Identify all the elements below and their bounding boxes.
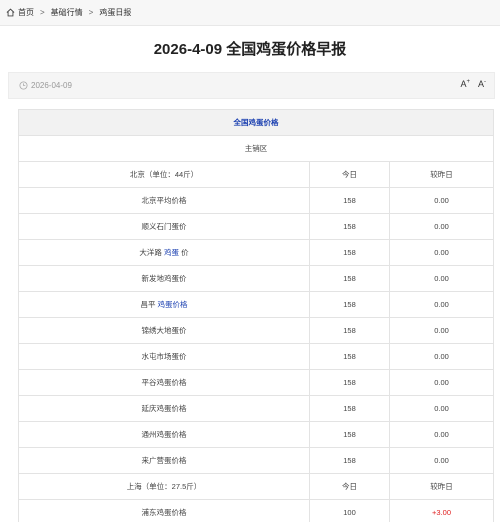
page-title: 2026-4-09 全国鸡蛋价格早报 [153, 41, 347, 58]
today-price: 158 [309, 187, 390, 214]
market-name: 大洋路 鸡蛋 价 [18, 239, 310, 266]
table-row: 顺义石门蛋价 158 0.00 [18, 213, 495, 240]
price-change: 0.00 [388, 369, 495, 396]
market-name-text: 昌平 [140, 300, 158, 309]
today-price: 158 [309, 421, 390, 448]
price-change: 0.00 [388, 395, 495, 422]
table-row: 大洋路 鸡蛋 价 158 0.00 [18, 239, 495, 266]
price-change: 0.00 [388, 213, 495, 240]
table-row: 延庆鸡蛋价格 158 0.00 [18, 395, 495, 422]
header-today: 今日 [309, 161, 390, 188]
table-row: 通州鸡蛋价格 158 0.00 [18, 421, 495, 448]
font-size-controls: A+ A- [460, 79, 486, 89]
section-header-row: 北京（单位：44斤） 今日 较昨日 [18, 161, 495, 188]
price-change: 0.00 [388, 317, 495, 344]
home-icon [6, 8, 15, 17]
today-price: 158 [309, 317, 390, 344]
section-place: 北京（单位：44斤） [18, 161, 310, 188]
chevron-right-icon: > [40, 8, 45, 17]
chevron-right-icon: > [88, 8, 94, 17]
header-compare: 较昨日 [388, 473, 495, 500]
article-meta-bar: 2026-04-09 A+ A- [8, 72, 495, 99]
table-row: 水屯市场蛋价 158 0.00 [18, 343, 495, 370]
price-change: 0.00 [388, 291, 495, 318]
today-price: 158 [309, 265, 390, 292]
table-row: 浦东鸡蛋价格 100 +3.00 [18, 499, 495, 522]
table-row: 新发地鸡蛋价 158 0.00 [18, 265, 495, 292]
breadcrumb-egg-daily-link[interactable]: 鸡蛋日报 [99, 7, 131, 18]
market-name: 平谷鸡蛋价格 [18, 369, 310, 396]
today-price: 158 [309, 447, 390, 474]
market-name-tail: 价 [179, 248, 189, 257]
section-header-row: 上海（单位：27.5斤） 今日 较昨日 [18, 473, 495, 500]
font-decrease-button[interactable]: A- [478, 79, 486, 89]
market-name: 来广营蛋价格 [18, 447, 310, 474]
table-caption: 全国鸡蛋价格 [17, 109, 495, 136]
price-change: 0.00 [388, 343, 495, 370]
table-row: 平谷鸡蛋价格 158 0.00 [18, 369, 495, 396]
header-today: 今日 [309, 473, 390, 500]
price-change: +3.00 [388, 499, 495, 522]
price-change: 0.00 [388, 447, 495, 474]
table-row: 北京平均价格 158 0.00 [18, 187, 495, 214]
today-price: 158 [309, 291, 390, 318]
market-name: 新发地鸡蛋价 [18, 265, 310, 292]
header-compare: 较昨日 [388, 161, 495, 188]
today-price: 158 [309, 369, 390, 396]
clock-icon [19, 81, 28, 90]
section-place: 上海（单位：27.5斤） [18, 473, 310, 500]
market-name: 延庆鸡蛋价格 [18, 395, 310, 422]
table-row: 来广营蛋价格 158 0.00 [18, 447, 495, 474]
breadcrumb: 首页 > 基础行情 > 鸡蛋日报 [0, 0, 500, 26]
keyword-link[interactable]: 鸡蛋价格 [158, 300, 188, 309]
market-name: 浦东鸡蛋价格 [18, 499, 310, 522]
breadcrumb-home-link[interactable]: 首页 [18, 7, 34, 18]
market-name-text: 大洋路 [139, 248, 164, 257]
price-change: 0.00 [388, 421, 495, 448]
market-name: 通州鸡蛋价格 [18, 421, 310, 448]
keyword-link[interactable]: 鸡蛋 [164, 248, 179, 257]
today-price: 100 [309, 499, 390, 522]
price-change: 0.00 [388, 239, 495, 266]
today-price: 158 [309, 395, 390, 422]
market-name: 顺义石门蛋价 [18, 213, 310, 240]
market-name: 昌平 鸡蛋价格 [18, 291, 310, 318]
market-name: 水屯市场蛋价 [18, 343, 310, 370]
font-increase-button[interactable]: A+ [460, 79, 470, 89]
price-change: 0.00 [388, 265, 495, 292]
market-name: 北京平均价格 [18, 187, 310, 214]
region-label: 主销区 [17, 135, 495, 162]
egg-price-table: 全国鸡蛋价格 主销区 北京（单位：44斤） 今日 较昨日 北京平均价格 158 0.00 顺… [17, 109, 495, 522]
today-price: 158 [309, 239, 390, 266]
today-price: 158 [309, 213, 390, 240]
table-row: 锦绣大地蛋价 158 0.00 [18, 317, 495, 344]
publish-date: 2026-04-09 [31, 81, 72, 90]
table-row: 昌平 鸡蛋价格 158 0.00 [18, 291, 495, 318]
price-change: 0.00 [388, 187, 495, 214]
market-name: 锦绣大地蛋价 [18, 317, 310, 344]
breadcrumb-market-link[interactable]: 基础行情 [51, 7, 83, 18]
today-price: 158 [309, 343, 390, 370]
